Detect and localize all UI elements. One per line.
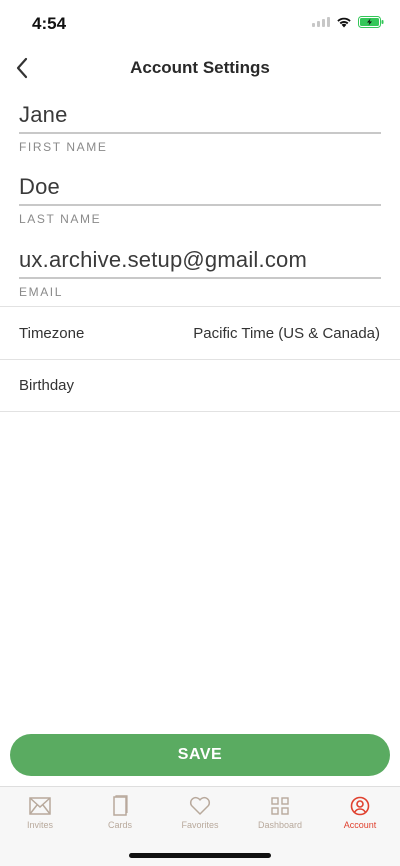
user-circle-icon — [349, 795, 371, 817]
status-icons — [312, 16, 384, 28]
status-time: 4:54 — [32, 14, 67, 33]
email-underline — [19, 277, 381, 279]
nav-bar: Account Settings — [0, 48, 400, 90]
email-input[interactable]: ux.archive.setup@gmail.com — [19, 245, 381, 275]
tab-favorites[interactable]: Favorites — [160, 795, 240, 830]
email-field[interactable]: ux.archive.setup@gmail.com EMAIL — [19, 245, 381, 299]
home-indicator — [129, 853, 271, 858]
tab-dashboard[interactable]: Dashboard — [240, 795, 320, 830]
last-name-label: LAST NAME — [19, 212, 102, 226]
first-name-underline — [19, 132, 381, 134]
birthday-label: Birthday — [19, 377, 75, 394]
email-label: EMAIL — [19, 285, 64, 299]
first-name-input[interactable]: Jane — [19, 100, 381, 130]
signal-icon — [312, 17, 330, 27]
last-name-input[interactable]: Doe — [19, 172, 381, 202]
tab-dashboard-label: Dashboard — [257, 820, 303, 830]
tab-account-label: Account — [343, 820, 377, 830]
card-icon — [109, 795, 131, 817]
tab-invites[interactable]: Invites — [0, 795, 80, 830]
save-button[interactable]: SAVE — [10, 734, 390, 776]
first-name-field[interactable]: Jane FIRST NAME — [19, 100, 381, 154]
timezone-value: Pacific Time (US & Canada) — [193, 324, 380, 342]
tab-account[interactable]: Account — [320, 795, 400, 830]
last-name-underline — [19, 204, 381, 206]
envelope-icon — [29, 795, 51, 817]
battery-icon — [358, 16, 384, 28]
tab-favorites-label: Favorites — [181, 820, 219, 830]
birthday-row[interactable]: Birthday — [0, 359, 400, 412]
tab-cards[interactable]: Cards — [80, 795, 160, 830]
status-bar: 4:54 — [0, 0, 400, 48]
page-title: Account Settings — [130, 58, 270, 77]
grid-icon — [269, 795, 291, 817]
tab-cards-label: Cards — [107, 820, 132, 830]
tab-invites-label: Invites — [26, 820, 53, 830]
first-name-label: FIRST NAME — [19, 140, 108, 154]
last-name-field[interactable]: Doe LAST NAME — [19, 172, 381, 226]
timezone-row[interactable]: Timezone Pacific Time (US & Canada) — [0, 306, 400, 359]
wifi-icon — [337, 17, 351, 28]
timezone-label: Timezone — [19, 324, 85, 342]
heart-icon — [189, 795, 211, 817]
